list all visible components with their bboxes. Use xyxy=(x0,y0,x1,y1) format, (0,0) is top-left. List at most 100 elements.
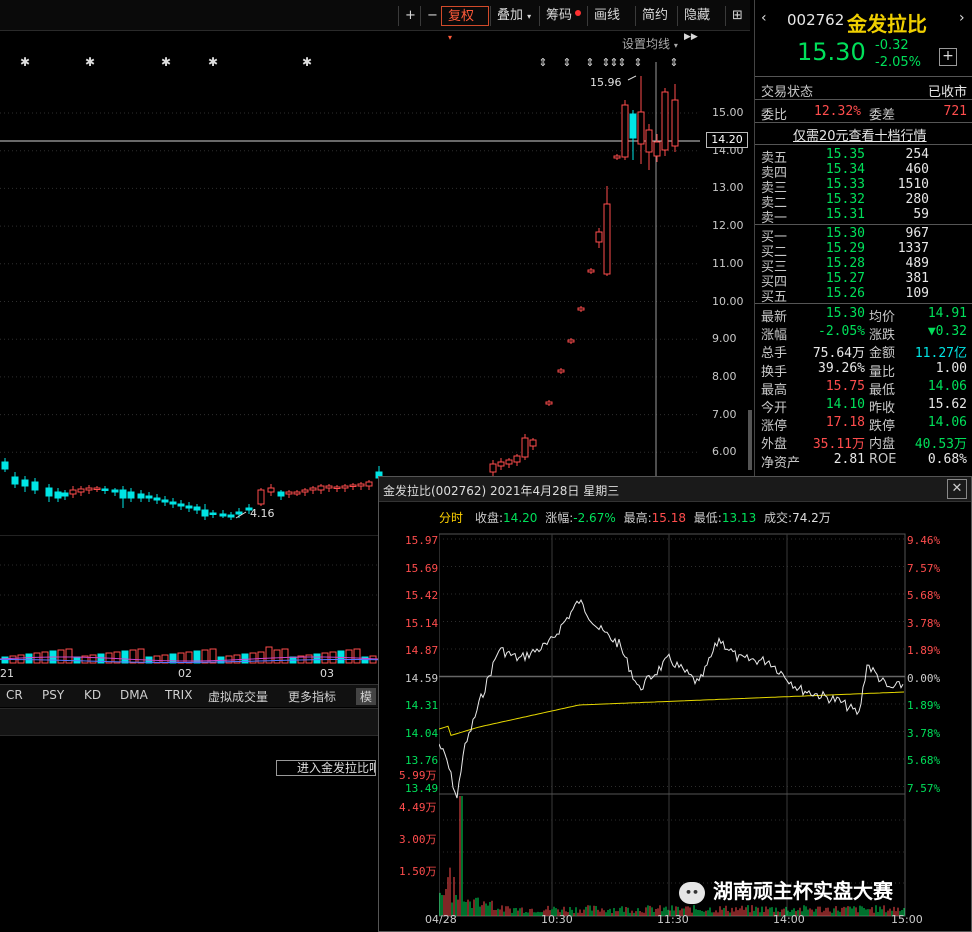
candle-body xyxy=(61,492,69,497)
price-tick: 14.87 xyxy=(405,644,439,657)
stat-label: 量比 xyxy=(869,364,896,380)
price-axis-tick: 9.00 xyxy=(712,332,737,346)
back-arrow-icon[interactable]: ‹ xyxy=(761,10,767,26)
candle-body xyxy=(227,514,235,518)
bid-row-volume: 109 xyxy=(905,286,929,301)
candle-body xyxy=(145,495,153,499)
candle-body xyxy=(209,512,217,515)
time-tick: 15:00 xyxy=(891,913,923,926)
candle-body xyxy=(285,491,293,495)
candle-body xyxy=(557,369,565,373)
close-icon[interactable]: ✕ xyxy=(947,479,967,499)
candle-body xyxy=(21,479,29,487)
tab-mode[interactable]: 模 xyxy=(356,688,377,705)
volume-bar xyxy=(33,652,41,664)
price-axis-tick: 15.00 xyxy=(712,106,744,119)
stat-value: 75.64万 xyxy=(812,346,865,362)
high-marker-label: 15.96 xyxy=(590,76,622,89)
hide-button[interactable]: 隐藏 ▶▶ xyxy=(677,6,725,42)
candle-body xyxy=(513,455,521,463)
enter-forum-button[interactable]: 进入金发拉比吧 xyxy=(276,760,376,776)
dropdown-arrow-icon: ▾ xyxy=(673,41,678,50)
tab-psy[interactable]: PSY xyxy=(42,688,64,702)
time-tick: 11:30 xyxy=(657,913,689,926)
candle-body xyxy=(545,401,553,405)
zoom-in-button[interactable]: + xyxy=(398,6,420,26)
dropdown-arrow-icon: ▾ xyxy=(448,33,453,42)
price-tick: 15.14 xyxy=(405,616,439,630)
weibi-label: 委比 xyxy=(761,108,788,123)
ask-row-volume: 1510 xyxy=(897,177,929,192)
last-price: 15.30 xyxy=(797,38,866,66)
candle-body xyxy=(54,491,62,499)
pct-tick: 5.68% xyxy=(907,589,941,602)
low-marker-label: 4.16 xyxy=(250,507,275,520)
volume-bar xyxy=(73,656,81,664)
date-label-year: 21 xyxy=(0,667,14,680)
price-axis-tick: 10.00 xyxy=(712,294,744,308)
add-watchlist-icon[interactable]: + xyxy=(939,48,957,66)
bid-row-volume: 489 xyxy=(905,256,929,271)
price-axis-tick: 7.00 xyxy=(712,407,737,421)
tab-intraday[interactable]: 分时 xyxy=(439,509,463,526)
tab-kd[interactable]: KD xyxy=(84,688,101,702)
candle-body xyxy=(497,461,505,467)
tab-more-indicators[interactable]: 更多指标 xyxy=(288,688,336,705)
stat-label: 总手 xyxy=(761,346,788,362)
intraday-chart[interactable] xyxy=(439,529,907,929)
volume-bar xyxy=(321,652,329,664)
stat-label: 涨幅 xyxy=(761,328,788,344)
candle-body xyxy=(521,437,529,458)
pct-tick: 7.57% xyxy=(907,561,941,575)
volume-bar xyxy=(25,653,33,664)
layout-icon[interactable]: ⊞ xyxy=(725,6,749,26)
high-marker-arrow xyxy=(627,75,637,81)
stat-value: 14.06 xyxy=(927,415,967,431)
candle-body xyxy=(93,487,101,490)
candle-body xyxy=(101,488,109,491)
volume-tick: 3.00万 xyxy=(399,833,437,846)
bid-row-volume: 381 xyxy=(905,271,929,286)
pct-tick: 5.68% xyxy=(907,754,941,767)
tab-dma[interactable]: DMA xyxy=(120,688,148,702)
volume-bar xyxy=(17,654,25,664)
ma-settings-menu[interactable]: 设置均线 ▾ xyxy=(622,35,678,52)
event-star-icon: ✱ xyxy=(20,55,30,69)
volume-bar xyxy=(177,652,185,664)
zoom-out-button[interactable]: − xyxy=(420,6,440,26)
candle-body xyxy=(219,513,227,517)
stat-value: 0.68% xyxy=(927,451,967,467)
chips-button[interactable]: 筹码 xyxy=(539,6,587,26)
stat-value: 35.11万 xyxy=(812,437,865,453)
draw-line-button[interactable]: 画线 xyxy=(587,6,635,26)
bid-row-price: 15.30 xyxy=(825,226,865,241)
forward-arrow-icon[interactable]: › xyxy=(959,10,965,26)
vertical-scrollbar[interactable] xyxy=(748,410,752,470)
candle-body xyxy=(177,503,185,507)
tab-cr[interactable]: CR xyxy=(6,688,23,702)
candle-body xyxy=(267,487,275,493)
adjust-rights-button[interactable]: 复权 ▾ xyxy=(441,6,489,42)
candle-body xyxy=(595,231,603,243)
volume-bar xyxy=(121,650,129,664)
tab-trix[interactable]: TRIX xyxy=(165,688,192,702)
volume-indicator-chart xyxy=(0,535,378,664)
volume-bar xyxy=(169,653,177,664)
volume-bar xyxy=(345,649,353,664)
ask-row-price: 15.32 xyxy=(825,192,865,207)
overlay-button[interactable]: 叠加 ▾ xyxy=(490,6,538,26)
stat-label: 最新 xyxy=(761,310,788,325)
candle-body xyxy=(621,104,629,158)
candle-body xyxy=(505,459,513,465)
price-axis: 15.00 14.00 13.00 12.00 11.00 10.00 9.00 8.00 7.… xyxy=(700,52,750,532)
trade-status-label: 交易状态 xyxy=(761,85,814,100)
candle-body xyxy=(85,487,93,491)
level10-upsell-link[interactable]: 仅需20元查看十档行情 xyxy=(793,125,927,144)
simple-mode-button[interactable]: 简约 xyxy=(635,6,677,26)
stat-value: 15.30 xyxy=(825,306,865,321)
tab-virtual-volume[interactable]: 虚拟成交量 xyxy=(208,688,268,705)
candle-body xyxy=(301,489,309,493)
kline-chart[interactable]: ✱ ✱ ✱ ✱ ✱ ⇕ ⇕ ⇕ ⇕⇕⇕ ⇕ ⇕ xyxy=(0,52,750,532)
candle-body xyxy=(137,493,145,499)
trade-status: 已收市 xyxy=(927,85,967,100)
